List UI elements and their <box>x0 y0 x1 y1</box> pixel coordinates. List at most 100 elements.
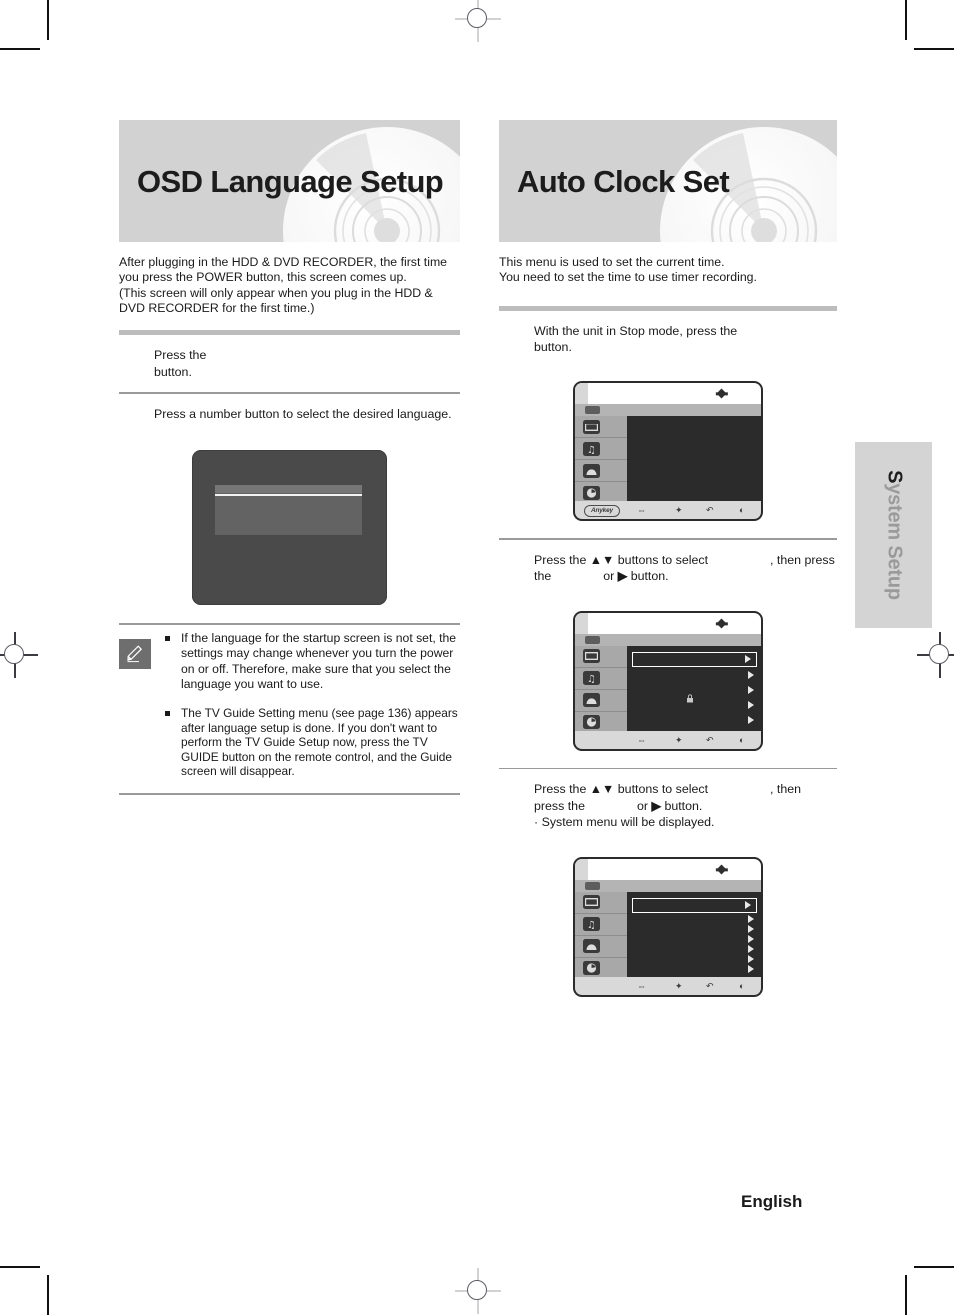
osd-diamond-marker-3 <box>716 864 727 875</box>
osd-row-3-4[interactable] <box>627 945 761 954</box>
sidebar-item-parental-3[interactable] <box>575 936 627 958</box>
svg-text:♫: ♫ <box>587 920 596 931</box>
osd-row-3-6[interactable] <box>627 965 761 974</box>
page-title-osd-language-setup: OSD Language Setup <box>137 164 444 199</box>
row-arrow-icon <box>748 686 754 695</box>
anykey-button-label[interactable]: Anykey <box>584 504 620 517</box>
row-arrow-icon <box>748 935 754 944</box>
osd-row-2-2[interactable] <box>627 684 761 697</box>
sidebar-item-filmstrip-3[interactable] <box>575 892 627 914</box>
step-1-text-left: Press the button. <box>154 347 460 380</box>
manual-page: OSD Language Setup After plugging in the… <box>0 0 954 1315</box>
step-3-line1-before: Press the <box>534 782 587 797</box>
osd-row-selected-3[interactable] <box>632 897 757 913</box>
row-arrow-icon <box>748 955 754 964</box>
step-1-text-after: button. <box>154 364 192 379</box>
row-arrow-icon <box>748 716 754 725</box>
step-3-text-right: Press the ▲▼ buttons to select , then pre… <box>534 781 837 830</box>
clock-icon <box>583 715 600 730</box>
sidebar-item-filmstrip-2[interactable] <box>575 646 627 668</box>
osd-language-intro-text: After plugging in the HDD & DVD RECORDER… <box>119 255 448 315</box>
step-2-line1-after: , then press <box>770 553 835 567</box>
lock-icon <box>686 694 693 703</box>
disc-tab-icon-1 <box>585 406 600 415</box>
osd-tabrow-3 <box>575 879 761 892</box>
sidebar-item-audio-2[interactable]: ♫ <box>575 668 627 690</box>
svg-text:♫: ♫ <box>587 445 596 456</box>
step-3-bullet: · System menu will be displayed. <box>534 815 715 830</box>
footer-language-label: English <box>741 1192 803 1211</box>
osd-row-3-2[interactable] <box>627 925 761 934</box>
note-divider-left <box>119 623 460 625</box>
row-arrow-icon <box>748 701 754 710</box>
osd-titlebar-2 <box>575 612 761 634</box>
sidebar-item-audio-3[interactable]: ♫ <box>575 914 627 936</box>
osd-row-3-1[interactable] <box>627 915 761 924</box>
main-menu-screenshot: ♫ Anykey ⇔ ✦ ↶ ◐ <box>573 381 763 522</box>
setup-menu-screenshot: ♫ ⇔ ✦ ↶ ◐ <box>573 610 763 751</box>
disc-tab-icon-2 <box>585 635 600 644</box>
note-item-1: If the language for the startup screen i… <box>165 631 460 693</box>
osd-sidebar-3: ♫ <box>575 891 627 995</box>
auto-clock-set-banner: Auto Clock Set <box>499 120 837 242</box>
chapter-side-tab-label: System Setup <box>882 470 905 600</box>
startup-language-panel-header <box>215 485 362 493</box>
row-arrow-icon <box>748 965 754 974</box>
filmstrip-icon <box>583 419 600 434</box>
osd-row-selected-2[interactable] <box>632 651 757 667</box>
right-arrow-icon-2: ▶ <box>617 569 628 584</box>
music-note-icon: ♫ <box>583 441 600 456</box>
move-icon-3: ⇔ <box>637 980 646 991</box>
updown-arrows-icon-2: ▲▼ <box>589 553 615 567</box>
row-arrow-icon <box>745 654 751 663</box>
auto-clock-set-intro-text: This menu is used to set the current tim… <box>499 255 757 285</box>
osd-row-2-4[interactable] <box>627 714 761 727</box>
row-arrow-icon <box>748 915 754 924</box>
exit-icon-3: ◐ <box>739 980 745 991</box>
osd-corner-block-2 <box>575 612 588 634</box>
sidebar-item-parental-2[interactable] <box>575 690 627 712</box>
parental-rating-icon <box>583 939 600 954</box>
left-column: OSD Language Setup After plugging in the… <box>119 120 460 795</box>
clock-icon <box>583 961 600 976</box>
step-2-left: Press a number button to select the desi… <box>119 394 460 434</box>
osd-row-3-5[interactable] <box>627 955 761 964</box>
step-3-line2-mid: or <box>636 798 648 813</box>
osd-row-2-1[interactable] <box>627 669 761 682</box>
chapter-side-tab: System Setup <box>855 442 932 628</box>
step-1-left: Press the button. <box>119 335 460 392</box>
move-icon-2: ⇔ <box>637 734 646 745</box>
sidebar-item-parental-1[interactable] <box>575 460 627 483</box>
filmstrip-icon <box>583 649 600 664</box>
system-menu-screenshot: ♫ ⇔ ✦ ↶ ◐ <box>573 856 763 997</box>
osd-sidebar-1: ♫ <box>575 416 627 520</box>
step-1-text-before: Press the <box>154 348 207 363</box>
osd-footer-2: ⇔ ✦ ↶ ◐ <box>575 730 761 749</box>
step-1-right: With the unit in Stop mode, press the bu… <box>499 311 837 368</box>
step-3-line1-mid: buttons to select <box>617 782 709 797</box>
osd-main-panel-3 <box>627 891 761 977</box>
osd-main-panel-2 <box>627 645 761 731</box>
sidebar-item-filmstrip-1[interactable] <box>575 416 627 439</box>
step-2-text-right: Press the ▲▼ buttons to select , then pre… <box>534 552 837 585</box>
osd-body-1: ♫ <box>575 416 761 520</box>
select-icon-3: ✦ <box>675 980 683 991</box>
osd-main-panel-1 <box>627 416 761 502</box>
sidebar-item-audio-1[interactable]: ♫ <box>575 438 627 461</box>
return-icon-1: ↶ <box>706 505 714 516</box>
right-arrow-icon-3: ▶ <box>651 798 661 813</box>
music-note-icon: ♫ <box>583 917 600 932</box>
startup-language-screenshot <box>192 450 387 605</box>
osd-row-3-3[interactable] <box>627 935 761 944</box>
osd-language-setup-banner: OSD Language Setup <box>119 120 460 242</box>
osd-row-2-3[interactable] <box>627 699 761 712</box>
filmstrip-icon <box>583 895 600 910</box>
step-3-line2-before: press the <box>534 798 585 813</box>
side-tab-rest: ystem Setup <box>883 483 905 600</box>
step-3-line1-after: , then <box>770 782 802 797</box>
step-2-line2-after: button. <box>630 569 669 584</box>
step-2-line1-mid: buttons to select <box>617 553 709 567</box>
row-arrow-icon <box>748 925 754 934</box>
osd-tabrow-1 <box>575 404 761 417</box>
step-3-right: Press the ▲▼ buttons to select , then pre… <box>499 769 837 842</box>
